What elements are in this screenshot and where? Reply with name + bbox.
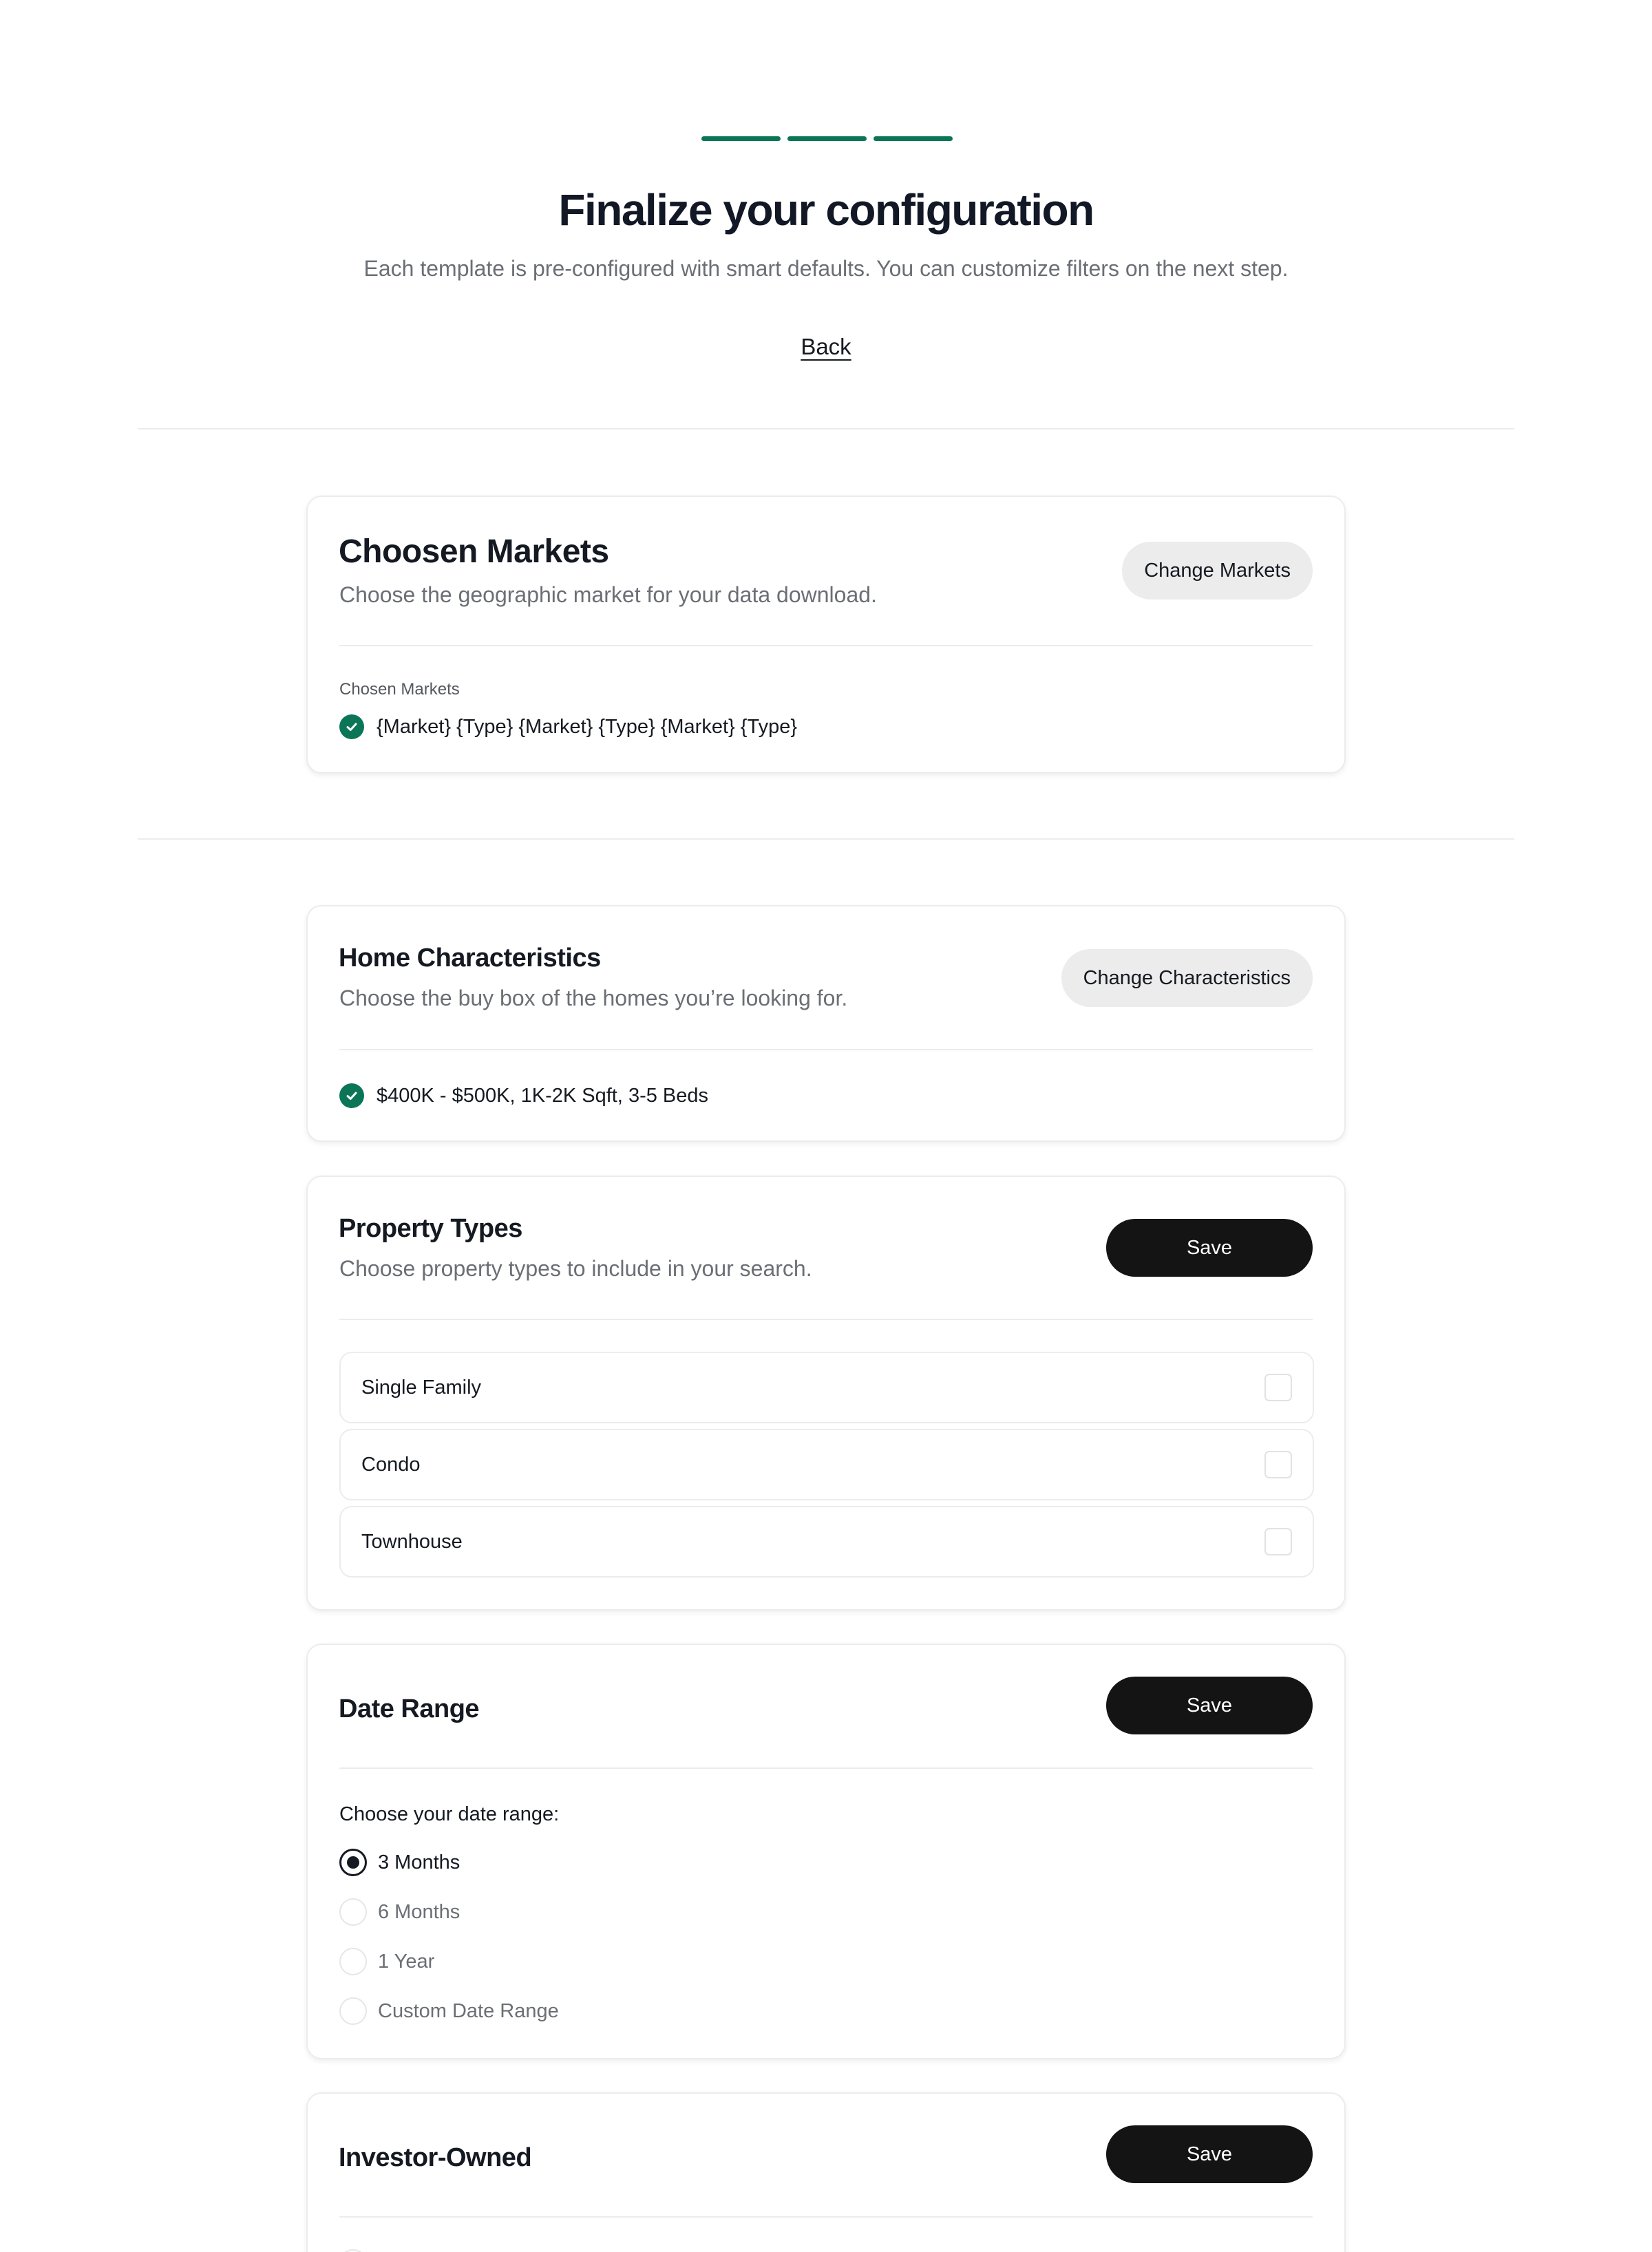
change-markets-button[interactable]: Change Markets (1122, 542, 1313, 599)
property-type-checkbox[interactable] (1264, 1451, 1292, 1478)
date-range-card: Date Range Save Choose your date range: … (306, 1644, 1346, 2059)
chosen-markets-value: {Market} {Type} {Market} {Type} {Market}… (377, 715, 798, 738)
property-types-card: Property Types Choose property types to … (306, 1176, 1346, 1611)
radio-button[interactable] (339, 1948, 367, 1975)
date-range-option[interactable]: 3 Months (339, 1849, 460, 1876)
investor-owned-save-button[interactable]: Save (1106, 2125, 1313, 2183)
date-range-option[interactable]: 6 Months (339, 1898, 460, 1926)
markets-card-divider (339, 645, 1313, 646)
date-range-title: Date Range (339, 1695, 480, 1723)
date-range-option-label: 6 Months (378, 1900, 460, 1923)
property-type-label: Single Family (361, 1376, 482, 1399)
back-link[interactable]: Back (801, 334, 851, 359)
chosen-markets-row: {Market} {Type} {Market} {Type} {Market}… (339, 714, 797, 739)
property-type-option[interactable]: Single Family (339, 1352, 1314, 1423)
date-range-divider (339, 1767, 1313, 1769)
change-characteristics-button[interactable]: Change Characteristics (1061, 949, 1313, 1007)
date-range-option-label: 1 Year (378, 1950, 435, 1973)
chosen-markets-label: Chosen Markets (339, 680, 460, 699)
property-types-description: Choose property types to include in your… (339, 1256, 812, 1281)
date-range-save-button[interactable]: Save (1106, 1677, 1313, 1734)
property-types-title: Property Types (339, 1214, 522, 1243)
property-type-label: Condo (361, 1453, 421, 1476)
home-summary-row: $400K - $500K, 1K-2K Sqft, 3-5 Beds (339, 1083, 708, 1108)
check-circle-icon (339, 714, 364, 739)
date-range-option[interactable]: 1 Year (339, 1948, 434, 1975)
markets-title: Choosen Markets (339, 533, 609, 570)
markets-card: Choosen Markets Choose the geographic ma… (306, 496, 1346, 774)
property-type-option[interactable]: Condo (339, 1429, 1314, 1500)
radio-button[interactable] (339, 1997, 367, 2025)
date-range-option-label: 3 Months (378, 1851, 460, 1873)
property-type-checkbox[interactable] (1264, 1374, 1292, 1401)
property-type-option[interactable]: Townhouse (339, 1506, 1314, 1578)
property-types-divider (339, 1319, 1313, 1320)
progress-step-1 (701, 136, 781, 141)
section-divider (138, 838, 1514, 840)
radio-button[interactable] (339, 2249, 367, 2252)
radio-button[interactable] (339, 1898, 367, 1926)
date-range-option-label: Custom Date Range (378, 1999, 559, 2022)
progress-step-3 (873, 136, 953, 141)
back-link-container: Back (0, 334, 1652, 360)
progress-indicator (701, 136, 953, 141)
date-range-prompt: Choose your date range: (339, 1803, 560, 1825)
property-type-checkbox[interactable] (1264, 1528, 1292, 1555)
investor-owned-title: Investor-Owned (339, 2143, 532, 2172)
investor-owned-option[interactable] (339, 2249, 367, 2252)
markets-description: Choose the geographic market for your da… (339, 582, 877, 607)
radio-button-selected[interactable] (339, 1849, 367, 1876)
home-characteristics-description: Choose the buy box of the homes you’re l… (339, 986, 848, 1010)
home-card-divider (339, 1049, 1313, 1050)
property-type-label: Townhouse (361, 1530, 463, 1553)
page: Finalize your configuration Each templat… (0, 0, 1652, 2252)
home-characteristics-title: Home Characteristics (339, 944, 601, 973)
home-summary-value: $400K - $500K, 1K-2K Sqft, 3-5 Beds (377, 1084, 709, 1107)
investor-owned-divider (339, 2216, 1313, 2218)
progress-step-2 (787, 136, 867, 141)
investor-owned-card: Investor-Owned Save (306, 2092, 1346, 2252)
home-characteristics-card: Home Characteristics Choose the buy box … (306, 905, 1346, 1142)
section-divider (138, 428, 1514, 429)
property-types-save-button[interactable]: Save (1106, 1219, 1313, 1277)
page-title: Finalize your configuration (558, 185, 1094, 235)
page-subtitle: Each template is pre-configured with sma… (363, 256, 1289, 281)
check-circle-icon (339, 1083, 364, 1108)
date-range-option[interactable]: Custom Date Range (339, 1997, 559, 2025)
